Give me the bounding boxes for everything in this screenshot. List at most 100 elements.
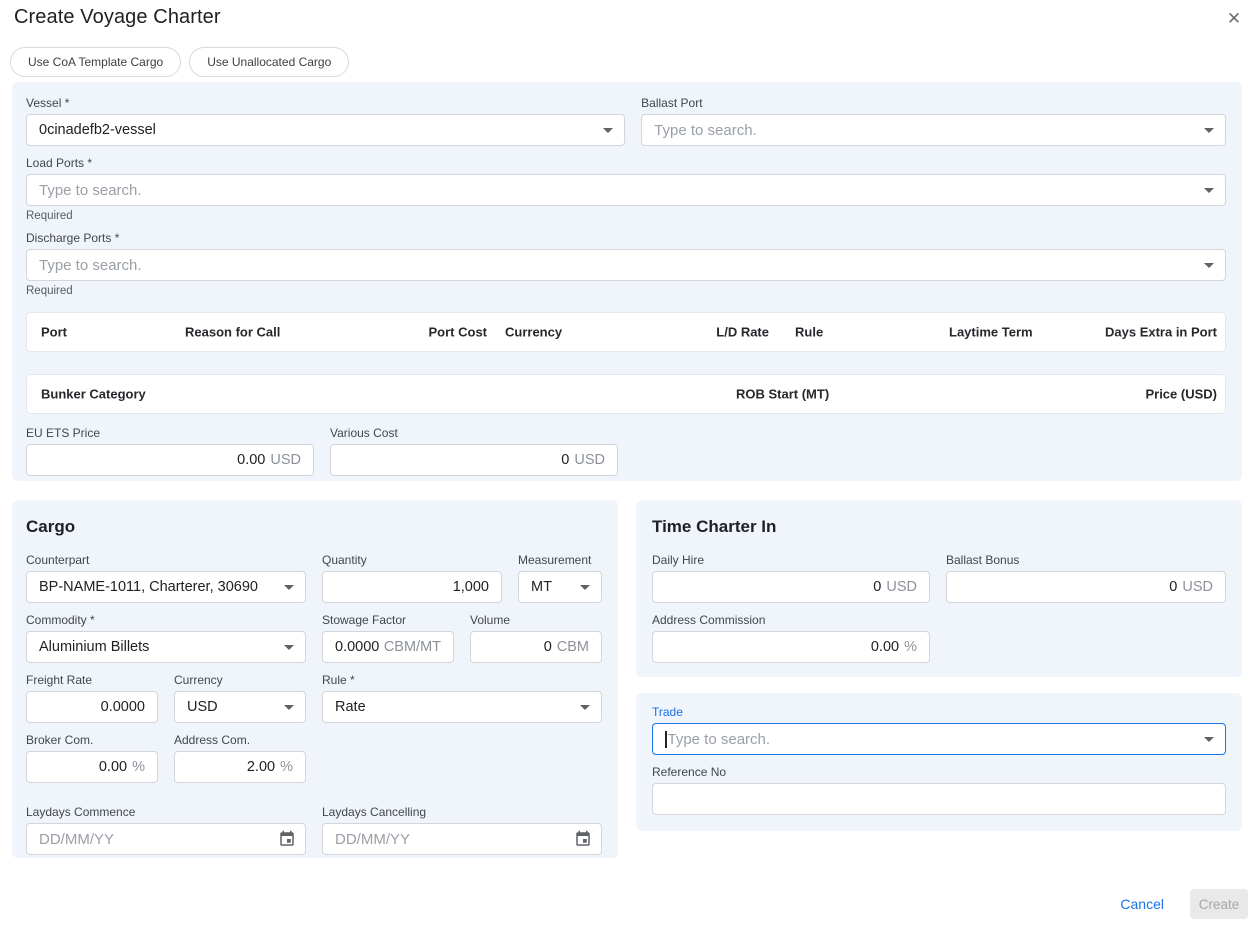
daily-hire-unit: USD (886, 579, 917, 595)
broker-com-label: Broker Com. (26, 733, 158, 747)
load-ports-placeholder: Type to search. (39, 182, 142, 199)
address-commission-unit: % (904, 639, 917, 655)
bunkers-table-header: Bunker Category ROB Start (MT) Price (US… (26, 374, 1226, 414)
ballast-port-input[interactable]: Type to search. (641, 114, 1226, 146)
ports-col-reason-for-call: Reason for Call (185, 325, 280, 340)
quantity-input[interactable]: 1,000 (322, 571, 502, 603)
calendar-icon[interactable] (574, 830, 592, 848)
various-cost-unit: USD (574, 452, 605, 468)
counterpart-label: Counterpart (26, 553, 306, 567)
ports-col-port-cost: Port Cost (429, 325, 488, 340)
ports-table-header: Port Reason for Call Port Cost Currency … (26, 312, 1226, 352)
trade-placeholder: Type to search. (668, 731, 771, 748)
chevron-down-icon (1204, 263, 1214, 268)
address-com-label: Address Com. (174, 733, 306, 747)
chevron-down-icon (284, 585, 294, 590)
laydays-commence-placeholder: DD/MM/YY (39, 831, 114, 848)
laydays-cancelling-input[interactable]: DD/MM/YY (322, 823, 602, 855)
trade-label: Trade (652, 705, 1226, 719)
address-commission-input[interactable]: 0.00 % (652, 631, 930, 663)
load-ports-required-hint: Required (26, 210, 1226, 223)
calendar-icon[interactable] (278, 830, 296, 848)
vessel-label: Vessel * (26, 96, 625, 110)
cancel-button[interactable]: Cancel (1112, 890, 1172, 918)
stowage-factor-label: Stowage Factor (322, 613, 454, 627)
stowage-factor-value: 0.0000 (335, 639, 379, 655)
freight-rate-input[interactable]: 0.0000 (26, 691, 158, 723)
broker-com-input[interactable]: 0.00 % (26, 751, 158, 783)
ports-col-currency: Currency (505, 325, 562, 340)
freight-rate-value: 0.0000 (101, 699, 145, 715)
ballast-bonus-input[interactable]: 0 USD (946, 571, 1226, 603)
eu-ets-price-value: 0.00 (237, 452, 265, 468)
rule-label: Rule * (322, 673, 602, 687)
load-ports-label: Load Ports * (26, 156, 1226, 170)
ports-col-laytime-term: Laytime Term (949, 325, 1033, 340)
trade-input[interactable]: Type to search. (652, 723, 1226, 755)
chevron-down-icon (1204, 737, 1214, 742)
rule-value: Rate (335, 699, 366, 715)
various-cost-label: Various Cost (330, 426, 618, 440)
reference-no-input[interactable] (652, 783, 1226, 815)
vessel-select[interactable]: 0cinadefb2-vessel (26, 114, 625, 146)
ballast-port-label: Ballast Port (641, 96, 1226, 110)
volume-input[interactable]: 0 CBM (470, 631, 602, 663)
time-charter-in-heading: Time Charter In (652, 517, 1226, 537)
voyage-panel: Vessel * 0cinadefb2-vessel Ballast Port … (12, 82, 1242, 481)
ballast-bonus-unit: USD (1182, 579, 1213, 595)
reference-no-field[interactable] (665, 784, 1213, 814)
reference-no-label: Reference No (652, 765, 1226, 779)
volume-value: 0 (544, 639, 552, 655)
broker-com-value: 0.00 (99, 759, 127, 775)
bunkers-col-rob-start: ROB Start (MT) (736, 387, 829, 402)
laydays-commence-input[interactable]: DD/MM/YY (26, 823, 306, 855)
counterpart-select[interactable]: BP-NAME-1011, Charterer, 30690 (26, 571, 306, 603)
volume-label: Volume (470, 613, 602, 627)
counterpart-value: BP-NAME-1011, Charterer, 30690 (39, 579, 258, 595)
trade-panel: Trade Type to search. Reference No (636, 693, 1242, 831)
eu-ets-price-input[interactable]: 0.00 USD (26, 444, 314, 476)
currency-value: USD (187, 699, 218, 715)
discharge-ports-placeholder: Type to search. (39, 257, 142, 274)
close-icon[interactable]: ✕ (1221, 6, 1247, 32)
dialog-footer: Cancel Create (1112, 889, 1248, 919)
chevron-down-icon (603, 128, 613, 133)
eu-ets-price-unit: USD (270, 452, 301, 468)
freight-rate-label: Freight Rate (26, 673, 158, 687)
rule-select[interactable]: Rate (322, 691, 602, 723)
text-cursor (665, 731, 667, 748)
measurement-select[interactable]: MT (518, 571, 602, 603)
laydays-commence-label: Laydays Commence (26, 805, 306, 819)
commodity-select[interactable]: Aluminium Billets (26, 631, 306, 663)
stowage-factor-input[interactable]: 0.0000 CBM/MT (322, 631, 454, 663)
discharge-ports-label: Discharge Ports * (26, 231, 1226, 245)
daily-hire-input[interactable]: 0 USD (652, 571, 930, 603)
volume-unit: CBM (557, 639, 589, 655)
quantity-value: 1,000 (453, 579, 489, 595)
eu-ets-price-label: EU ETS Price (26, 426, 314, 440)
quantity-label: Quantity (322, 553, 502, 567)
address-com-value: 2.00 (247, 759, 275, 775)
various-cost-input[interactable]: 0 USD (330, 444, 618, 476)
bunkers-col-price: Price (USD) (1145, 387, 1217, 402)
stowage-factor-unit: CBM/MT (384, 639, 441, 655)
commodity-value: Aluminium Billets (39, 639, 149, 655)
discharge-ports-required-hint: Required (26, 285, 1226, 298)
create-button[interactable]: Create (1190, 889, 1248, 919)
cargo-heading: Cargo (26, 517, 602, 537)
daily-hire-value: 0 (873, 579, 881, 595)
address-commission-label: Address Commission (652, 613, 930, 627)
address-com-input[interactable]: 2.00 % (174, 751, 306, 783)
use-unallocated-cargo-button[interactable]: Use Unallocated Cargo (189, 47, 349, 77)
ballast-port-placeholder: Type to search. (654, 122, 757, 139)
load-ports-input[interactable]: Type to search. (26, 174, 1226, 206)
discharge-ports-input[interactable]: Type to search. (26, 249, 1226, 281)
ports-col-port: Port (41, 325, 67, 340)
ballast-bonus-label: Ballast Bonus (946, 553, 1226, 567)
quick-action-chips: Use CoA Template Cargo Use Unallocated C… (10, 47, 349, 77)
use-coa-template-cargo-button[interactable]: Use CoA Template Cargo (10, 47, 181, 77)
create-voyage-charter-dialog: Create Voyage Charter ✕ Use CoA Template… (0, 0, 1259, 926)
currency-select[interactable]: USD (174, 691, 306, 723)
ports-col-days-extra-in-port: Days Extra in Port (1105, 325, 1217, 340)
laydays-cancelling-placeholder: DD/MM/YY (335, 831, 410, 848)
